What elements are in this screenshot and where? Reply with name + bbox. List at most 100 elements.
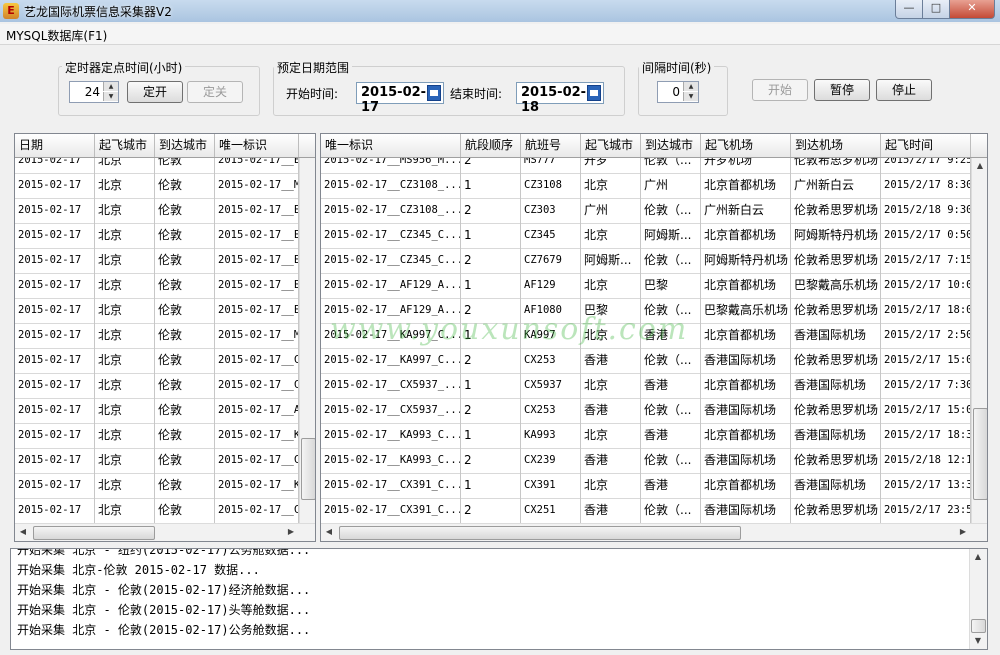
query-list-vscroll[interactable] xyxy=(299,158,315,523)
flight-detail-cell: CZ345 xyxy=(521,223,581,248)
calendar-icon[interactable] xyxy=(427,85,441,101)
flight-detail-vscroll-thumb[interactable] xyxy=(973,408,987,500)
flight-detail-row[interactable]: 2015-02-17__KA993_C... 2 CX239 香港 伦敦（... 香港国际… xyxy=(321,448,971,474)
query-list-row[interactable]: 2015-02-17 北京 伦敦 2015-02-17__EK xyxy=(15,198,299,224)
scroll-left-icon[interactable]: ◀ xyxy=(321,524,337,540)
query-list-row[interactable]: 2015-02-17 北京 伦敦 2015-02-17__EK xyxy=(15,248,299,274)
query-list-row[interactable]: 2015-02-17 北京 伦敦 2015-02-17__KA xyxy=(15,423,299,449)
flight-detail-hscroll[interactable]: ◀ ▶ xyxy=(321,523,987,541)
minimize-button[interactable]: — xyxy=(895,0,923,19)
flight-detail-row[interactable]: 2015-02-17__CZ3108_... 2 CZ303 广州 伦敦（... 广州新白… xyxy=(321,198,971,224)
timer-open-button[interactable]: 定开 xyxy=(127,81,183,103)
flight-detail-row[interactable]: 2015-02-17__KA993_C... 1 KA993 北京 香港 北京首都机场 香港… xyxy=(321,423,971,449)
flight-detail-row[interactable]: 2015-02-17__CZ3108_... 1 CZ3108 北京 广州 北京首都机场广… xyxy=(321,173,971,199)
query-list-row[interactable]: 2015-02-17 北京 伦敦 2015-02-17__CX xyxy=(15,498,299,524)
query-list-cell: 北京 xyxy=(95,473,155,498)
flight-detail-row[interactable]: 2015-02-17__AF129_A... 2 AF1080 巴黎 伦敦（... 巴黎戴… xyxy=(321,298,971,324)
scroll-up-icon[interactable]: ▲ xyxy=(972,158,987,174)
scroll-up-icon[interactable]: ▲ xyxy=(970,549,986,565)
query-list-column-header[interactable]: 起飞城市 xyxy=(95,134,155,157)
flight-detail-hscroll-thumb[interactable] xyxy=(339,526,741,540)
query-list-cell: 北京 xyxy=(95,423,155,448)
flight-detail-row[interactable]: 2015-02-17__CZ345_C... 1 CZ345 北京 阿姆斯... 北京首都… xyxy=(321,223,971,249)
spin-down-icon[interactable]: ▼ xyxy=(103,92,118,101)
query-list-hscroll[interactable]: ◀ ▶ xyxy=(15,523,315,541)
flight-detail-cell: 北京 xyxy=(581,223,641,248)
timer-group-legend: 定时器定点时间(小时) xyxy=(62,59,186,76)
flight-detail-column-header[interactable]: 起飞城市 xyxy=(581,134,641,157)
query-list-row[interactable]: 2015-02-17 北京 伦敦 2015-02-17__CZ xyxy=(15,373,299,399)
flight-detail-column-header[interactable]: 航段顺序 xyxy=(461,134,521,157)
flight-detail-cell: 2 xyxy=(461,298,521,323)
flight-detail-column-header[interactable]: 起飞时间 xyxy=(881,134,971,157)
query-list-cell: 2015-02-17__EK xyxy=(215,298,299,323)
scroll-down-icon[interactable]: ▼ xyxy=(970,633,986,649)
query-list-row[interactable]: 2015-02-17 北京 伦敦 2015-02-17__KA xyxy=(15,473,299,499)
flight-detail-cell: 伦敦希思罗机场 xyxy=(791,298,881,323)
scroll-left-icon[interactable]: ◀ xyxy=(15,524,31,540)
log-vscroll-thumb[interactable] xyxy=(971,619,986,633)
maximize-button[interactable]: □ xyxy=(922,0,950,19)
query-list-row[interactable]: 2015-02-17 北京 伦敦 2015-02-17__MS xyxy=(15,323,299,349)
flight-detail-row[interactable]: 2015-02-17__KA997_C... 2 CX253 香港 伦敦（... 香港国际… xyxy=(321,348,971,374)
query-list-hscroll-thumb[interactable] xyxy=(33,526,155,540)
flight-detail-vscroll[interactable]: ▲ xyxy=(971,158,987,523)
flight-detail-cell: CX239 xyxy=(521,448,581,473)
flight-detail-cell: 1 xyxy=(461,273,521,298)
query-list-row[interactable]: 2015-02-17 北京 伦敦 2015-02-17__MU xyxy=(15,173,299,199)
query-list-row[interactable]: 2015-02-17 北京 伦敦 2015-02-17__EK xyxy=(15,273,299,299)
flight-detail-row[interactable]: 2015-02-17__CX391_C... 2 CX251 香港 伦敦（... 香港国际… xyxy=(321,498,971,524)
timer-hour-spinner[interactable]: 24 ▲ ▼ xyxy=(69,81,119,103)
date-range-legend: 预定日期范围 xyxy=(274,59,353,76)
query-list-cell: 北京 xyxy=(95,198,155,223)
query-list-row[interactable]: 2015-02-17 北京 伦敦 2015-02-17__CZ xyxy=(15,348,299,374)
end-date-picker[interactable]: 2015-02-18 xyxy=(516,82,604,115)
query-list-column-header[interactable]: 日期 xyxy=(15,134,95,157)
flight-detail-row[interactable]: 2015-02-17__CX391_C... 1 CX391 北京 香港 北京首都机场 香港… xyxy=(321,473,971,499)
start-date-picker[interactable]: 2015-02-17 xyxy=(356,82,444,115)
log-vscroll[interactable]: ▲ ▼ xyxy=(969,549,987,649)
query-list-cell: 北京 xyxy=(95,373,155,398)
flight-detail-row[interactable]: 2015-02-17__KA997_C... 1 KA997 北京 香港 北京首都机场 香港… xyxy=(321,323,971,349)
flight-detail-cell: 1 xyxy=(461,173,521,198)
query-list-row[interactable]: 2015-02-17 北京 伦敦 2015-02-17__EK xyxy=(15,298,299,324)
close-button[interactable]: ✕ xyxy=(949,0,995,19)
flight-detail-cell: 香港国际机场 xyxy=(791,323,881,348)
flight-detail-row[interactable]: 2015-02-17__AF129_A... 1 AF129 北京 巴黎 北京首都机场 巴黎… xyxy=(321,273,971,299)
flight-detail-cell: 2015/2/17 8:30 xyxy=(881,173,971,198)
query-list-cell: 2015-02-17__EK xyxy=(215,273,299,298)
query-list-row[interactable]: 2015-02-17 北京 伦敦 2015-02-17__EK xyxy=(15,223,299,249)
interval-value: 0 xyxy=(672,85,680,99)
interval-spinner[interactable]: 0 ▲ ▼ xyxy=(657,81,699,103)
query-list-row[interactable]: 2015-02-17 北京 伦敦 2015-02-17__AF xyxy=(15,398,299,424)
stop-button[interactable]: 停止 xyxy=(876,79,932,101)
flight-detail-row[interactable]: 2015-02-17__CX5937_... 2 CX253 香港 伦敦（... 香港国际… xyxy=(321,398,971,424)
flight-detail-cell: 香港 xyxy=(641,373,701,398)
pause-button[interactable]: 暂停 xyxy=(814,79,870,101)
spin-up-icon[interactable]: ▲ xyxy=(103,82,118,91)
flight-detail-column-header[interactable]: 到达机场 xyxy=(791,134,881,157)
query-list-column-header[interactable]: 到达城市 xyxy=(155,134,215,157)
flight-detail-column-header[interactable]: 航班号 xyxy=(521,134,581,157)
flight-detail-cell: 伦敦希思罗机场 xyxy=(791,498,881,523)
spin-up-icon[interactable]: ▲ xyxy=(683,82,698,91)
scroll-right-icon[interactable]: ▶ xyxy=(283,524,299,540)
flight-detail-column-header[interactable]: 起飞机场 xyxy=(701,134,791,157)
query-list-cell: 2015-02-17 xyxy=(15,498,95,523)
flight-detail-row[interactable]: 2015-02-17__CX5937_... 1 CX5937 北京 香港 北京首都机场香… xyxy=(321,373,971,399)
spin-down-icon[interactable]: ▼ xyxy=(683,92,698,101)
flight-detail-cell: 北京 xyxy=(581,373,641,398)
calendar-icon[interactable] xyxy=(587,85,601,101)
scroll-right-icon[interactable]: ▶ xyxy=(955,524,971,540)
query-list-row[interactable]: 2015-02-17 北京 伦敦 2015-02-17__CX xyxy=(15,448,299,474)
flight-detail-column-header[interactable]: 唯一标识 xyxy=(321,134,461,157)
start-button[interactable]: 开始 xyxy=(752,79,808,101)
query-list-vscroll-thumb[interactable] xyxy=(301,438,315,500)
flight-detail-column-header[interactable]: 到达城市 xyxy=(641,134,701,157)
menu-mysql-database[interactable]: MYSQL数据库(F1) xyxy=(6,27,107,44)
flight-detail-row[interactable]: 2015-02-17__CZ345_C... 2 CZ7679 阿姆斯... 伦敦（..… xyxy=(321,248,971,274)
query-list-column-header[interactable]: 唯一标识 xyxy=(215,134,299,157)
flight-detail-cell: 香港国际机场 xyxy=(701,448,791,473)
timer-close-button[interactable]: 定关 xyxy=(187,81,243,103)
flight-detail-header: 唯一标识 航段顺序 航班号 起飞城市 到达城市 起飞机场 到达机场 起飞时间 xyxy=(321,134,987,158)
